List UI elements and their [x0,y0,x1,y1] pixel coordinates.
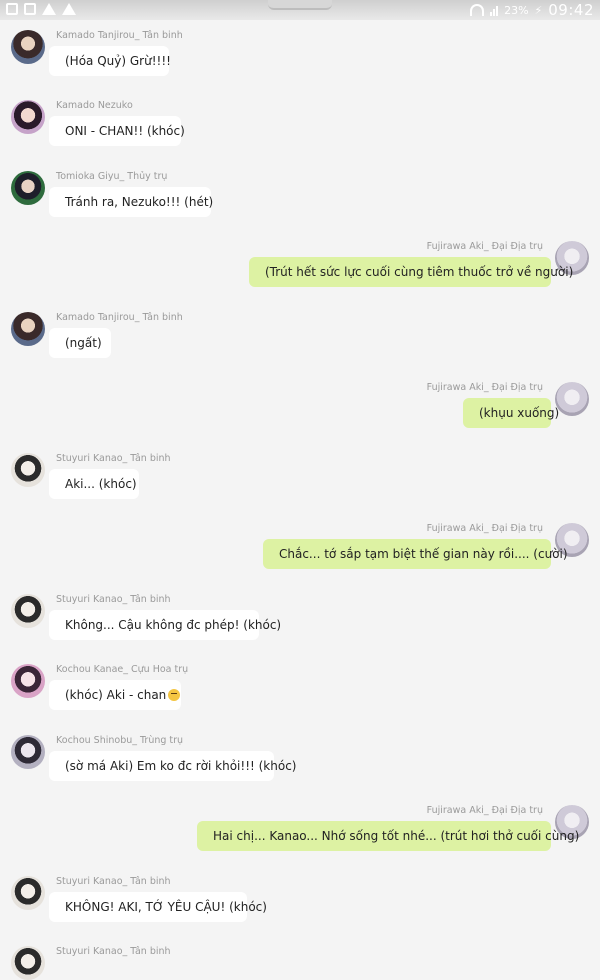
message-text: Aki... (khóc) [65,477,137,491]
sender-name: Kamado Nezuko [56,100,133,111]
warning-icon [62,3,76,15]
notification-icons [6,3,76,15]
message-text: (sờ má Aki) Em ko đc rời khỏi!!! (khóc) [65,759,297,773]
message-text: Tránh ra, Nezuko!!! (hét) [65,195,214,209]
kanao-avatar[interactable] [11,594,45,628]
sender-name: Fujirawa Aki_ Đại Địa trụ [426,805,543,816]
sender-name: Tomioka Giyu_ Thủy trụ [56,171,168,182]
sender-name: Kochou Kanae_ Cựu Hoa trụ [56,664,189,675]
message-bubble[interactable]: (khóc) Aki - chan [49,680,181,710]
sender-name: Kamado Tanjirou_ Tân binh [56,312,183,323]
signal-icon [490,4,499,16]
message-text: (khụu xuống) [479,406,560,420]
kanao-avatar[interactable] [11,453,45,487]
notification-icon [6,3,18,15]
message-bubble[interactable]: Không... Cậu không đc phép! (khóc) [49,610,281,640]
kanao-avatar[interactable] [11,946,45,980]
sender-name: Stuyuri Kanao_ Tân binh [56,946,171,957]
message-bubble[interactable]: (khụu xuống) [463,398,559,428]
sender-name: Kochou Shinobu_ Trùng trụ [56,735,184,746]
message-bubble[interactable]: (sờ má Aki) Em ko đc rời khỏi!!! (khóc) [49,751,297,781]
message-bubble[interactable]: ONI - CHAN!! (khóc) [49,116,185,146]
wifi-icon [470,4,485,16]
message-text: (khóc) Aki - chan [65,688,167,702]
message-bubble[interactable]: (Hóa Quỷ) Grừ!!!! [49,46,171,76]
message-text: (Trút hết sức lực cuối cùng tiêm thuốc t… [265,265,574,279]
message-bubble[interactable]: Tránh ra, Nezuko!!! (hét) [49,187,214,217]
message-text: Chắc... tớ sắp tạm biệt thế gian này rồi… [279,547,568,561]
message-bubble[interactable]: Hai chị... Kanao... Nhớ sống tốt nhé... … [197,821,579,851]
sender-name: Stuyuri Kanao_ Tân binh [56,876,171,887]
tanjirou-avatar[interactable] [11,30,45,64]
message-text: Không... Cậu không đc phép! (khóc) [65,618,282,632]
sender-name: Kamado Tanjirou_ Tân binh [56,30,183,41]
warning-icon [42,3,56,15]
message-text: KHÔNG! AKI, TỚ YÊU CẬU! (khóc) [65,900,267,914]
kanao-avatar[interactable] [11,876,45,910]
message-text: ONI - CHAN!! (khóc) [65,124,185,138]
sender-name: Fujirawa Aki_ Đại Địa trụ [426,241,543,252]
message-bubble[interactable]: Chắc... tớ sắp tạm biệt thế gian này rồi… [263,539,568,569]
system-icons: 23% ⚡ 09:42 [470,1,594,19]
sender-name: Stuyuri Kanao_ Tân binh [56,594,171,605]
message-text: Hai chị... Kanao... Nhớ sống tốt nhé... … [213,829,580,843]
nezuko-avatar[interactable] [11,100,45,134]
message-text: (Hóa Quỷ) Grừ!!!! [65,54,171,68]
kanae-avatar[interactable] [11,664,45,698]
message-bubble[interactable]: (ngất) [49,328,111,358]
pull-down-handle[interactable] [268,0,332,10]
sender-name: Fujirawa Aki_ Đại Địa trụ [426,523,543,534]
battery-percent: 23% [504,3,529,17]
status-bar: 23% ⚡ 09:42 [0,0,600,20]
crying-face-emoji-icon [168,689,181,701]
clock: 09:42 [548,1,594,19]
image-icon [24,3,36,15]
sender-name: Stuyuri Kanao_ Tân binh [56,453,171,464]
charging-icon: ⚡ [534,3,543,17]
message-bubble[interactable]: Aki... (khóc) [49,469,139,499]
message-bubble[interactable]: KHÔNG! AKI, TỚ YÊU CẬU! (khóc) [49,892,267,922]
giyu-avatar[interactable] [11,171,45,205]
aki-avatar[interactable] [555,382,589,416]
tanjirou-avatar[interactable] [11,312,45,346]
message-bubble[interactable]: (Trút hết sức lực cuối cùng tiêm thuốc t… [249,257,573,287]
shinobu-avatar[interactable] [11,735,45,769]
sender-name: Fujirawa Aki_ Đại Địa trụ [426,382,543,393]
message-text: (ngất) [65,336,102,350]
